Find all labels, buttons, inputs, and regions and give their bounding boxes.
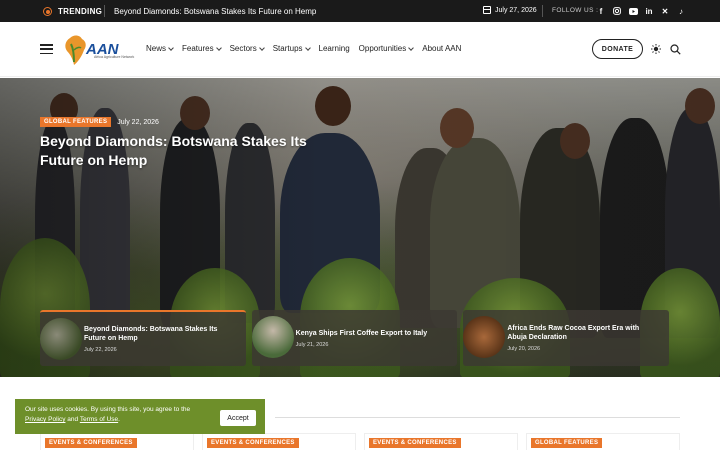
main-nav: News Features Sectors Startups Learning … — [146, 44, 461, 53]
nav-opportunities[interactable]: Opportunities — [359, 44, 415, 53]
category-badge[interactable]: EVENTS & CONFERENCES — [207, 438, 299, 448]
trending-headline-link[interactable]: Beyond Diamonds: Botswana Stakes Its Fut… — [114, 7, 316, 16]
nav-news[interactable]: News — [146, 44, 174, 53]
follow-label: FOLLOW US : — [552, 7, 599, 14]
card-thumbnail — [463, 316, 506, 358]
card-thumbnail — [251, 316, 294, 358]
accept-cookies-button[interactable]: Accept — [220, 410, 256, 426]
tiktok-icon[interactable]: ♪ — [676, 5, 686, 17]
theme-toggle-sun-icon[interactable] — [651, 44, 661, 54]
nav-startups[interactable]: Startups — [273, 44, 311, 53]
x-icon[interactable]: ✕ — [660, 5, 670, 17]
article-card[interactable]: EVENTS & CONFERENCES — [364, 433, 518, 450]
section-divider — [275, 417, 680, 418]
article-card[interactable]: EVENTS & CONFERENCES — [202, 433, 356, 450]
article-card[interactable]: EVENTS & CONFERENCES — [40, 433, 194, 450]
social-links: f in ✕ ♪ — [596, 5, 686, 17]
chevron-down-icon — [258, 44, 265, 51]
featured-slider: Beyond Diamonds: Botswana Stakes Its Fut… — [40, 310, 670, 366]
donate-button[interactable]: DONATE — [592, 39, 643, 59]
top-bar: TRENDING Beyond Diamonds: Botswana Stake… — [0, 0, 720, 22]
card-thumbnail — [40, 318, 82, 360]
site-logo[interactable]: AAN — [62, 32, 134, 68]
cookie-period: . — [118, 416, 120, 423]
nav-about[interactable]: About AAN — [422, 44, 461, 53]
category-badge[interactable]: GLOBAL FEATURES — [531, 438, 603, 448]
article-grid: EVENTS & CONFERENCES EVENTS & CONFERENCE… — [40, 433, 680, 450]
nav-learning[interactable]: Learning — [319, 44, 350, 53]
instagram-icon[interactable] — [612, 5, 622, 17]
card-title: Africa Ends Raw Cocoa Export Era with Ab… — [507, 325, 640, 341]
slider-card[interactable]: Kenya Ships First Coffee Export to Italy… — [251, 310, 458, 366]
slider-card[interactable]: Africa Ends Raw Cocoa Export Era with Ab… — [463, 310, 670, 366]
hero-meta: GLOBAL FEATURES July 22, 2026 — [40, 117, 159, 127]
card-title: Kenya Ships First Coffee Export to Italy — [295, 329, 428, 337]
linkedin-icon[interactable]: in — [644, 5, 654, 17]
nav-features[interactable]: Features — [182, 44, 222, 53]
hero-title[interactable]: Beyond Diamonds: Botswana Stakes Its Fut… — [40, 132, 320, 170]
chevron-down-icon — [215, 44, 222, 51]
trending-label: TRENDING — [58, 7, 103, 16]
calendar-icon — [483, 6, 491, 14]
divider — [104, 5, 105, 17]
chevron-down-icon — [304, 44, 311, 51]
card-title: Beyond Diamonds: Botswana Stakes Its Fut… — [84, 326, 218, 342]
hero-date: July 22, 2026 — [117, 118, 159, 126]
trending-icon — [43, 7, 52, 16]
youtube-icon[interactable] — [628, 5, 638, 17]
card-date: July 22, 2026 — [84, 347, 117, 353]
article-card[interactable]: GLOBAL FEATURES — [526, 433, 680, 450]
privacy-policy-link[interactable]: Privacy Policy — [25, 416, 65, 423]
slider-card[interactable]: Beyond Diamonds: Botswana Stakes Its Fut… — [40, 310, 246, 366]
category-badge[interactable]: GLOBAL FEATURES — [40, 117, 112, 127]
chevron-down-icon — [408, 44, 415, 51]
facebook-icon[interactable]: f — [596, 5, 606, 17]
card-date: July 20, 2026 — [507, 346, 541, 352]
logo-tagline: Africa Agriculture Network — [94, 55, 135, 59]
menu-icon[interactable] — [40, 44, 53, 54]
date-text: July 27, 2026 — [495, 6, 537, 14]
cookie-text: Our site uses cookies. By using this sit… — [25, 406, 191, 413]
card-date: July 21, 2026 — [295, 341, 329, 348]
chevron-down-icon — [168, 44, 174, 51]
category-badge[interactable]: EVENTS & CONFERENCES — [45, 438, 137, 448]
cookie-and: and — [67, 416, 79, 423]
current-date: July 27, 2026 — [483, 6, 537, 14]
site-header: AAN Africa Agriculture Network News Feat… — [0, 22, 720, 77]
category-badge[interactable]: EVENTS & CONFERENCES — [369, 438, 461, 448]
search-icon[interactable] — [670, 44, 681, 55]
nav-sectors[interactable]: Sectors — [230, 44, 265, 53]
divider — [542, 5, 543, 17]
terms-link[interactable]: Terms of Use — [80, 416, 118, 423]
